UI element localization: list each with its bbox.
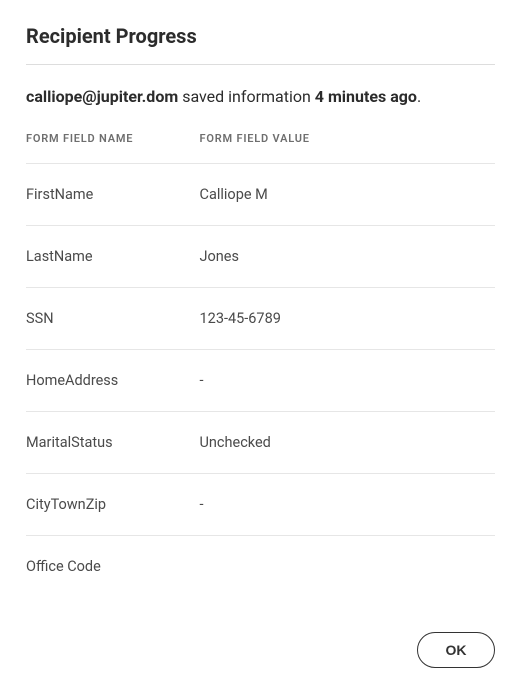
field-value: -: [200, 474, 495, 536]
table-row: FirstName Calliope M: [26, 164, 495, 226]
table-row: HomeAddress -: [26, 350, 495, 412]
field-name: CityTownZip: [26, 474, 200, 536]
field-value: [200, 536, 495, 598]
field-name: MaritalStatus: [26, 412, 200, 474]
dialog-footer: OK: [26, 612, 495, 668]
status-time: 4 minutes ago: [315, 87, 417, 106]
ok-button[interactable]: OK: [417, 632, 495, 668]
table-row: Office Code: [26, 536, 495, 598]
field-value: Calliope M: [200, 164, 495, 226]
field-name: LastName: [26, 226, 200, 288]
field-value: Jones: [200, 226, 495, 288]
status-email: calliope@jupiter.dom: [26, 87, 178, 106]
field-table: FORM FIELD NAME FORM FIELD VALUE FirstNa…: [26, 132, 495, 597]
table-row: SSN 123-45-6789: [26, 288, 495, 350]
recipient-progress-dialog: Recipient Progress calliope@jupiter.dom …: [0, 0, 521, 688]
status-suffix: .: [417, 87, 421, 106]
table-row: LastName Jones: [26, 226, 495, 288]
field-name: HomeAddress: [26, 350, 200, 412]
table-row: CityTownZip -: [26, 474, 495, 536]
field-value: 123-45-6789: [200, 288, 495, 350]
scroll-area[interactable]: calliope@jupiter.dom saved information 4…: [26, 87, 505, 612]
field-name: FirstName: [26, 164, 200, 226]
table-row: MaritalStatus Unchecked: [26, 412, 495, 474]
field-value: Unchecked: [200, 412, 495, 474]
field-name: Office Code: [26, 536, 200, 598]
field-table-body: FirstName Calliope M LastName Jones SSN …: [26, 164, 495, 598]
header-field-name: FORM FIELD NAME: [26, 132, 200, 164]
dialog-title: Recipient Progress: [26, 24, 495, 65]
header-field-value: FORM FIELD VALUE: [200, 132, 495, 164]
status-line: calliope@jupiter.dom saved information 4…: [26, 87, 495, 106]
field-value: -: [200, 350, 495, 412]
status-middle: saved information: [178, 87, 315, 106]
field-name: SSN: [26, 288, 200, 350]
